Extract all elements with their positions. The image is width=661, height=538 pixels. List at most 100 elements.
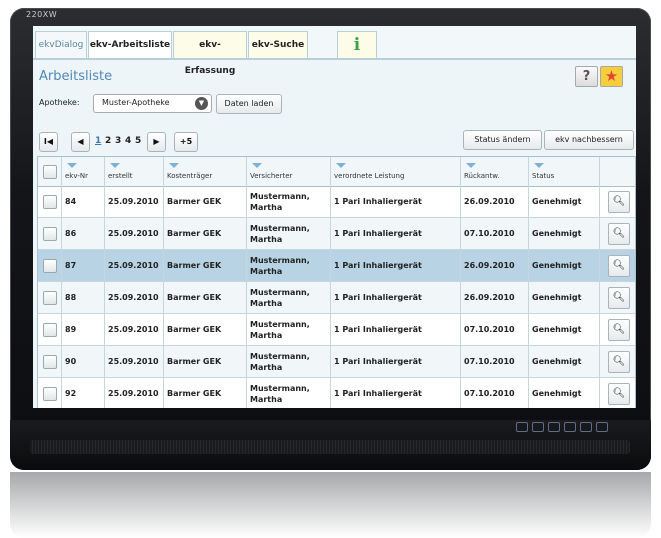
tab-ekvdialog[interactable]: ekvDialog (35, 31, 87, 58)
row-checkbox[interactable] (43, 259, 57, 273)
cell-rueckantw-value: 26.09.2010 (464, 293, 515, 302)
cell-erstellt: 25.09.2010 (105, 250, 164, 281)
cell-leistung-value: 1 Pari Inhaliergerät (334, 229, 422, 238)
cell-versicherter-value: Mustermann, Martha (250, 288, 310, 308)
cell-select (38, 250, 62, 281)
cell-action: 🔍︎ (600, 378, 635, 408)
first-page-icon[interactable]: I◀ (39, 132, 58, 152)
cell-status: Genehmigt (529, 378, 600, 408)
table-row[interactable]: 88 25.09.2010 Barmer GEK Mustermann, Martha… (38, 282, 635, 314)
cell-leistung: 1 Pari Inhaliergerät (331, 314, 461, 345)
cell-erstellt-value: 25.09.2010 (108, 389, 159, 398)
plus-five-button[interactable]: +5 (174, 132, 198, 152)
cell-erstellt-value: 25.09.2010 (108, 197, 159, 206)
monitor-reflection (10, 472, 651, 538)
table-row[interactable]: 87 25.09.2010 Barmer GEK Mustermann, Martha… (38, 250, 635, 282)
header-select-all[interactable] (38, 157, 62, 186)
magnifier-icon[interactable]: 🔍︎ (608, 223, 630, 245)
magnifier-icon[interactable]: 🔍︎ (608, 319, 630, 341)
header-erstellt[interactable]: erstellt (105, 157, 164, 186)
cell-rueckantw-value: 26.09.2010 (464, 261, 515, 270)
cell-rueckantw-value: 07.10.2010 (464, 229, 515, 238)
header-label: ekv-Nr (65, 172, 88, 180)
page-4[interactable]: 4 (125, 136, 131, 146)
tab-ekv-suche[interactable]: ekv-Suche (248, 31, 308, 58)
page-5[interactable]: 5 (135, 136, 141, 146)
row-checkbox[interactable] (43, 355, 57, 369)
table-row[interactable]: 89 25.09.2010 Barmer GEK Mustermann, Martha… (38, 314, 635, 346)
row-checkbox[interactable] (43, 387, 57, 401)
speaker-grille (30, 440, 630, 454)
help-button[interactable]: ? (575, 66, 598, 87)
cell-select (38, 378, 62, 408)
magnifier-icon[interactable]: 🔍︎ (608, 287, 630, 309)
magnifier-icon[interactable]: 🔍︎ (608, 255, 630, 277)
info-icon[interactable]: i (337, 31, 377, 58)
prev-page-icon[interactable]: ◀ (71, 132, 90, 152)
header-label: erstellt (108, 172, 133, 180)
cell-leistung-value: 1 Pari Inhaliergerät (334, 293, 422, 302)
load-data-button[interactable]: Daten laden (216, 94, 282, 114)
page-1[interactable]: 1 (95, 136, 101, 146)
cell-versicherter-value: Mustermann, Martha (250, 352, 310, 372)
tab-ekv-arbeitsliste[interactable]: ekv-Arbeitsliste (88, 31, 172, 58)
auto-icon[interactable] (596, 422, 608, 432)
cell-ekv-nr: 90 (62, 346, 105, 377)
cell-versicherter-value: Mustermann, Martha (250, 224, 310, 244)
cell-kostentraeger: Barmer GEK (164, 282, 247, 313)
table-row[interactable]: 86 25.09.2010 Barmer GEK Mustermann, Martha… (38, 218, 635, 250)
menu-icon[interactable] (532, 422, 544, 432)
sort-icon (252, 163, 262, 168)
cell-leistung-value: 1 Pari Inhaliergerät (334, 261, 422, 270)
row-checkbox[interactable] (43, 195, 57, 209)
cell-erstellt: 25.09.2010 (105, 218, 164, 249)
cell-rueckantw-value: 07.10.2010 (464, 389, 515, 398)
favorite-star-icon[interactable]: ★ (600, 66, 623, 87)
magnifier-icon[interactable]: 🔍︎ (608, 351, 630, 373)
table-row[interactable]: 84 25.09.2010 Barmer GEK Mustermann, Martha… (38, 186, 635, 218)
plus-icon[interactable] (564, 422, 576, 432)
magnifier-icon[interactable]: 🔍︎ (608, 191, 630, 213)
chevron-down-icon[interactable]: ▼ (195, 97, 208, 110)
header-rueckantw[interactable]: Rückantw. (461, 157, 529, 186)
tab-ekv-erfassung[interactable]: ekv-Erfassung (173, 31, 247, 76)
input-icon[interactable] (580, 422, 592, 432)
header-leistung[interactable]: verordnete Leistung (331, 157, 461, 186)
apotheke-select[interactable]: Muster-Apotheke ▼ (93, 94, 212, 113)
row-checkbox[interactable] (43, 227, 57, 241)
cell-rueckantw: 26.09.2010 (461, 250, 529, 281)
header-kostentraeger[interactable]: Kostenträger (164, 157, 247, 186)
minus-icon[interactable] (548, 422, 560, 432)
header-versicherter[interactable]: Versicherter (247, 157, 331, 186)
cell-status: Genehmigt (529, 218, 600, 249)
status-change-button[interactable]: Status ändern (463, 130, 542, 150)
select-all-checkbox[interactable] (43, 165, 57, 179)
cell-erstellt: 25.09.2010 (105, 314, 164, 345)
cell-status: Genehmigt (529, 314, 600, 345)
header-ekv-nr[interactable]: ekv-Nr (62, 157, 105, 186)
table-row[interactable]: 90 25.09.2010 Barmer GEK Mustermann, Martha… (38, 346, 635, 378)
cell-kostentraeger: Barmer GEK (164, 346, 247, 377)
next-page-icon[interactable]: ▶ (147, 132, 166, 152)
ekv-nr-value: 86 (65, 229, 77, 238)
header-status[interactable]: Status (529, 157, 600, 186)
cell-status-value: Genehmigt (532, 229, 582, 238)
cell-erstellt: 25.09.2010 (105, 186, 164, 217)
header-actions (600, 157, 635, 186)
power-icon[interactable] (516, 422, 528, 432)
cell-erstellt-value: 25.09.2010 (108, 293, 159, 302)
sort-icon (466, 163, 476, 168)
ekv-improve-button[interactable]: ekv nachbessern (544, 130, 634, 150)
cell-rueckantw: 07.10.2010 (461, 218, 529, 249)
table-row[interactable]: 92 25.09.2010 Barmer GEK Mustermann, Martha… (38, 378, 635, 408)
page-3[interactable]: 3 (115, 136, 121, 146)
magnifier-icon[interactable]: 🔍︎ (608, 383, 630, 405)
row-checkbox[interactable] (43, 323, 57, 337)
page-2[interactable]: 2 (105, 136, 111, 146)
cell-select (38, 186, 62, 217)
row-checkbox[interactable] (43, 291, 57, 305)
cell-action: 🔍︎ (600, 250, 635, 281)
cell-erstellt-value: 25.09.2010 (108, 229, 159, 238)
sort-icon (67, 163, 77, 168)
cell-rueckantw: 07.10.2010 (461, 378, 529, 408)
